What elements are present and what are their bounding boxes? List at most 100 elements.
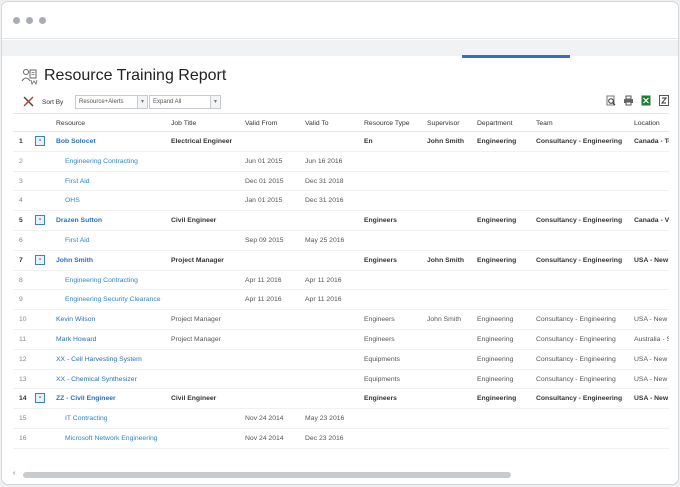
row-number: 1 xyxy=(19,138,23,145)
cell-team: Consultancy - Engineering xyxy=(536,335,616,343)
cell-resource-link[interactable]: IT Contracting xyxy=(65,415,108,422)
cell-department: Engineering xyxy=(477,138,517,145)
row-number: 7 xyxy=(19,256,23,264)
collapse-toggle-icon[interactable]: - xyxy=(35,136,45,146)
cell-location: USA - New Y xyxy=(634,355,669,363)
table-row[interactable]: 3 First Aid Dec 01 2015 Dec 31 2018 xyxy=(13,172,669,192)
cell-valid-to: Apr 11 2016 xyxy=(305,296,342,304)
collapse-toggle-icon[interactable]: - xyxy=(35,393,45,404)
scissors-icon[interactable] xyxy=(23,96,34,107)
cell-resource-type: Engineers xyxy=(364,316,395,324)
table-header: Resource Job Title Valid From Valid To R… xyxy=(13,113,669,132)
table-row[interactable]: 9 Engineering Security Clearance Apr 11 20… xyxy=(13,290,669,311)
cell-resource-link[interactable]: Engineering Contracting xyxy=(65,158,138,165)
printer-icon[interactable] xyxy=(623,95,634,106)
cell-job-title: Electrical Engineer xyxy=(171,138,233,145)
row-number: 10 xyxy=(19,316,27,324)
table-row[interactable]: 13 XX - Chemical Synthesizer Equipments Eng… xyxy=(13,370,669,390)
report-toolbar: Sort By Resource+Alerts ▾ Expand All ▾ xyxy=(13,94,669,112)
cell-resource-link[interactable]: ZZ - Civil Engineer xyxy=(56,395,116,402)
print-preview-icon[interactable] xyxy=(606,95,616,106)
cell-resource-link[interactable]: Microsoft Network Engineering xyxy=(65,435,158,442)
cell-resource-link[interactable]: John Smith xyxy=(56,257,93,264)
cell-resource-link[interactable]: Kevin Wilson xyxy=(56,316,95,323)
column-header-valid-from[interactable]: Valid From xyxy=(245,120,277,127)
cell-job-title: Civil Engineer xyxy=(171,395,217,403)
table-row[interactable]: 12 XX - Cell Harvesting System Equipments E… xyxy=(13,350,669,370)
table-row[interactable]: 7 - John Smith Project Manager Engineers John… xyxy=(13,251,669,271)
cell-team: Consultancy - Engineering xyxy=(536,395,623,403)
table-row[interactable]: 10 Kevin Wilson Project Manager Engineers Jo… xyxy=(13,310,669,330)
cell-resource-link[interactable]: Bob Solocet xyxy=(56,138,96,145)
table-row[interactable]: 6 First Aid Sep 09 2015 May 25 2016 xyxy=(13,231,669,251)
column-header-department[interactable]: Department xyxy=(477,120,513,127)
table-row[interactable]: 2 Engineering Contracting Jun 01 2015 Jun 1… xyxy=(13,152,669,172)
column-header-location[interactable]: Location xyxy=(634,120,669,127)
cell-department: Engineering xyxy=(477,217,517,225)
cell-department: Engineering xyxy=(477,375,514,383)
cell-valid-from: Jan 01 2015 xyxy=(245,197,283,205)
sort-by-dropdown-button[interactable]: ▾ xyxy=(137,95,148,109)
cell-resource-link[interactable]: OHS xyxy=(65,197,80,204)
cell-resource-link[interactable]: First Aid xyxy=(65,178,90,185)
cell-location: Canada - Va xyxy=(634,217,669,225)
cell-resource-type: Engineers xyxy=(364,217,397,225)
excel-export-icon[interactable] xyxy=(641,95,651,106)
table-row[interactable]: 8 Engineering Contracting Apr 11 2016 Apr 1… xyxy=(13,271,669,291)
expand-select[interactable]: Expand All ▾ xyxy=(149,95,221,109)
report-panel: Resource Training Report Sort By Resourc… xyxy=(13,58,669,480)
column-header-job-title[interactable]: Job Title xyxy=(171,120,196,127)
column-header-team[interactable]: Team xyxy=(536,120,553,127)
collapse-toggle-icon[interactable]: - xyxy=(35,215,45,226)
collapse-toggle-icon[interactable]: - xyxy=(35,254,45,265)
table-row[interactable]: 4 OHS Jan 01 2015 Dec 31 2016 xyxy=(13,191,669,212)
column-header-supervisor[interactable]: Supervisor xyxy=(427,120,460,127)
expand-value: Expand All xyxy=(153,99,182,105)
row-number: 9 xyxy=(19,296,23,304)
table-row[interactable]: 15 IT Contracting Nov 24 2014 May 23 2016 xyxy=(13,409,669,429)
cell-department: Engineering xyxy=(477,256,517,264)
column-header-resource-type[interactable]: Resource Type xyxy=(364,120,410,127)
row-number: 3 xyxy=(19,177,23,185)
training-report-icon xyxy=(21,68,38,85)
cell-resource-link[interactable]: Drazen Sutton xyxy=(56,217,102,224)
cell-department: Engineering xyxy=(477,395,517,403)
row-number: 4 xyxy=(19,197,23,205)
column-header-resource[interactable]: Resource xyxy=(56,120,85,127)
cell-valid-from: Apr 11 2016 xyxy=(245,296,282,304)
training-table: Resource Job Title Valid From Valid To R… xyxy=(13,113,669,449)
table-body: 1 - Bob Solocet Electrical Engineer En John S… xyxy=(13,132,669,449)
chevron-down-icon: ▾ xyxy=(137,96,147,108)
cell-resource-type: Equipments xyxy=(364,375,400,383)
cell-job-title: Civil Engineer xyxy=(171,217,217,225)
scrollbar-thumb[interactable] xyxy=(23,472,511,478)
table-row[interactable]: 5 - Drazen Sutton Civil Engineer Engineers En… xyxy=(13,211,669,231)
page-title: Resource Training Report xyxy=(44,67,227,84)
cell-valid-to: May 25 2016 xyxy=(305,236,345,244)
table-row[interactable]: 1 - Bob Solocet Electrical Engineer En John S… xyxy=(13,132,669,152)
table-row[interactable]: 11 Mark Howard Project Manager Engineers Eng… xyxy=(13,330,669,350)
window-dot-2[interactable] xyxy=(26,17,33,24)
table-row[interactable]: 16 Microsoft Network Engineering Nov 24 20… xyxy=(13,429,669,449)
cell-resource-link[interactable]: Mark Howard xyxy=(56,336,96,343)
window-dot-1[interactable] xyxy=(13,17,20,24)
cell-resource-link[interactable]: First Aid xyxy=(65,237,90,244)
cell-resource-type: Engineers xyxy=(364,395,397,403)
column-header-valid-to[interactable]: Valid To xyxy=(305,120,329,127)
pdf-export-icon[interactable] xyxy=(659,95,669,106)
cell-job-title: Project Manager xyxy=(171,316,221,324)
cell-department: Engineering xyxy=(477,355,514,363)
cell-resource-link[interactable]: Engineering Security Clearance xyxy=(65,296,161,303)
scroll-left-arrow[interactable]: ‹ xyxy=(13,470,15,477)
export-toolbar xyxy=(600,95,669,108)
table-row[interactable]: 14- ZZ - Civil Engineer Civil Engineer Engi… xyxy=(13,389,669,410)
cell-valid-to: Dec 23 2016 xyxy=(305,434,344,442)
horizontal-scrollbar[interactable]: ‹ xyxy=(13,470,669,480)
row-number: 6 xyxy=(19,236,23,244)
cell-resource-link[interactable]: XX - Chemical Synthesizer xyxy=(56,376,137,383)
cell-location: USA - New xyxy=(634,256,669,264)
cell-resource-type: En xyxy=(364,138,373,145)
cell-resource-link[interactable]: XX - Cell Harvesting System xyxy=(56,356,142,363)
window-dot-3[interactable] xyxy=(39,17,46,24)
cell-resource-link[interactable]: Engineering Contracting xyxy=(65,277,138,284)
